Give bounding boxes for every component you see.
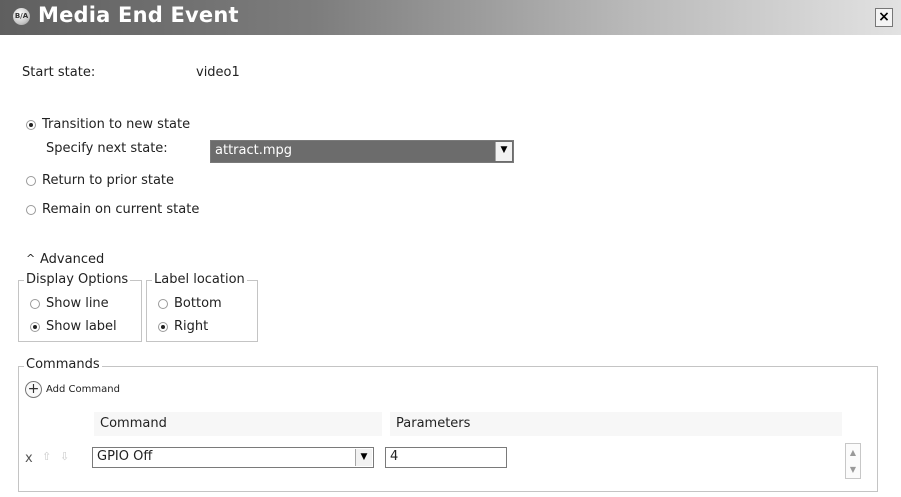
- delete-row-icon[interactable]: x: [25, 451, 33, 466]
- title-bar: B/A Media End Event ×: [0, 0, 901, 35]
- show-label-label[interactable]: Show label: [46, 319, 117, 334]
- display-options-legend: Display Options: [24, 272, 131, 287]
- commands-scrollbar[interactable]: ▲ ▼: [845, 443, 861, 479]
- return-prior-state-radio[interactable]: [26, 176, 36, 186]
- move-down-icon[interactable]: ⇩: [60, 450, 69, 463]
- transition-new-state-radio[interactable]: [26, 120, 36, 130]
- command-dropdown[interactable]: GPIO Off ▼: [92, 447, 374, 468]
- window-title: Media End Event: [38, 3, 239, 27]
- commands-legend: Commands: [24, 357, 102, 372]
- move-up-icon[interactable]: ⇧: [42, 450, 51, 463]
- scroll-down-icon[interactable]: ▼: [846, 461, 860, 478]
- remain-current-state-label[interactable]: Remain on current state: [42, 202, 199, 217]
- chevron-down-icon[interactable]: ▼: [495, 142, 512, 161]
- advanced-toggle[interactable]: Advanced: [40, 252, 104, 267]
- parameters-input[interactable]: 4: [385, 447, 507, 468]
- right-label[interactable]: Right: [174, 319, 208, 334]
- bottom-radio[interactable]: [158, 299, 168, 309]
- chevron-down-icon[interactable]: ▼: [355, 449, 372, 466]
- show-line-radio[interactable]: [30, 299, 40, 309]
- start-state-label: Start state:: [22, 65, 96, 80]
- parameters-column-header: Parameters: [390, 412, 842, 436]
- show-line-label[interactable]: Show line: [46, 296, 109, 311]
- show-label-radio[interactable]: [30, 322, 40, 332]
- app-logo-icon: B/A: [13, 8, 30, 25]
- command-value: GPIO Off: [97, 449, 153, 464]
- remain-current-state-radio[interactable]: [26, 205, 36, 215]
- next-state-label: Specify next state:: [46, 141, 168, 156]
- right-radio[interactable]: [158, 322, 168, 332]
- next-state-value: attract.mpg: [215, 143, 293, 158]
- start-state-value: video1: [196, 65, 240, 80]
- command-column-header: Command: [94, 412, 382, 436]
- bottom-label[interactable]: Bottom: [174, 296, 222, 311]
- close-button[interactable]: ×: [875, 8, 893, 27]
- return-prior-state-label[interactable]: Return to prior state: [42, 173, 174, 188]
- scroll-up-icon[interactable]: ▲: [846, 444, 860, 461]
- transition-new-state-label[interactable]: Transition to new state: [42, 117, 190, 132]
- next-state-dropdown[interactable]: attract.mpg ▼: [210, 140, 514, 163]
- add-icon[interactable]: +: [25, 381, 42, 398]
- label-location-legend: Label location: [152, 272, 247, 287]
- advanced-collapse-icon[interactable]: ^: [26, 252, 35, 265]
- add-command-button[interactable]: Add Command: [46, 384, 120, 395]
